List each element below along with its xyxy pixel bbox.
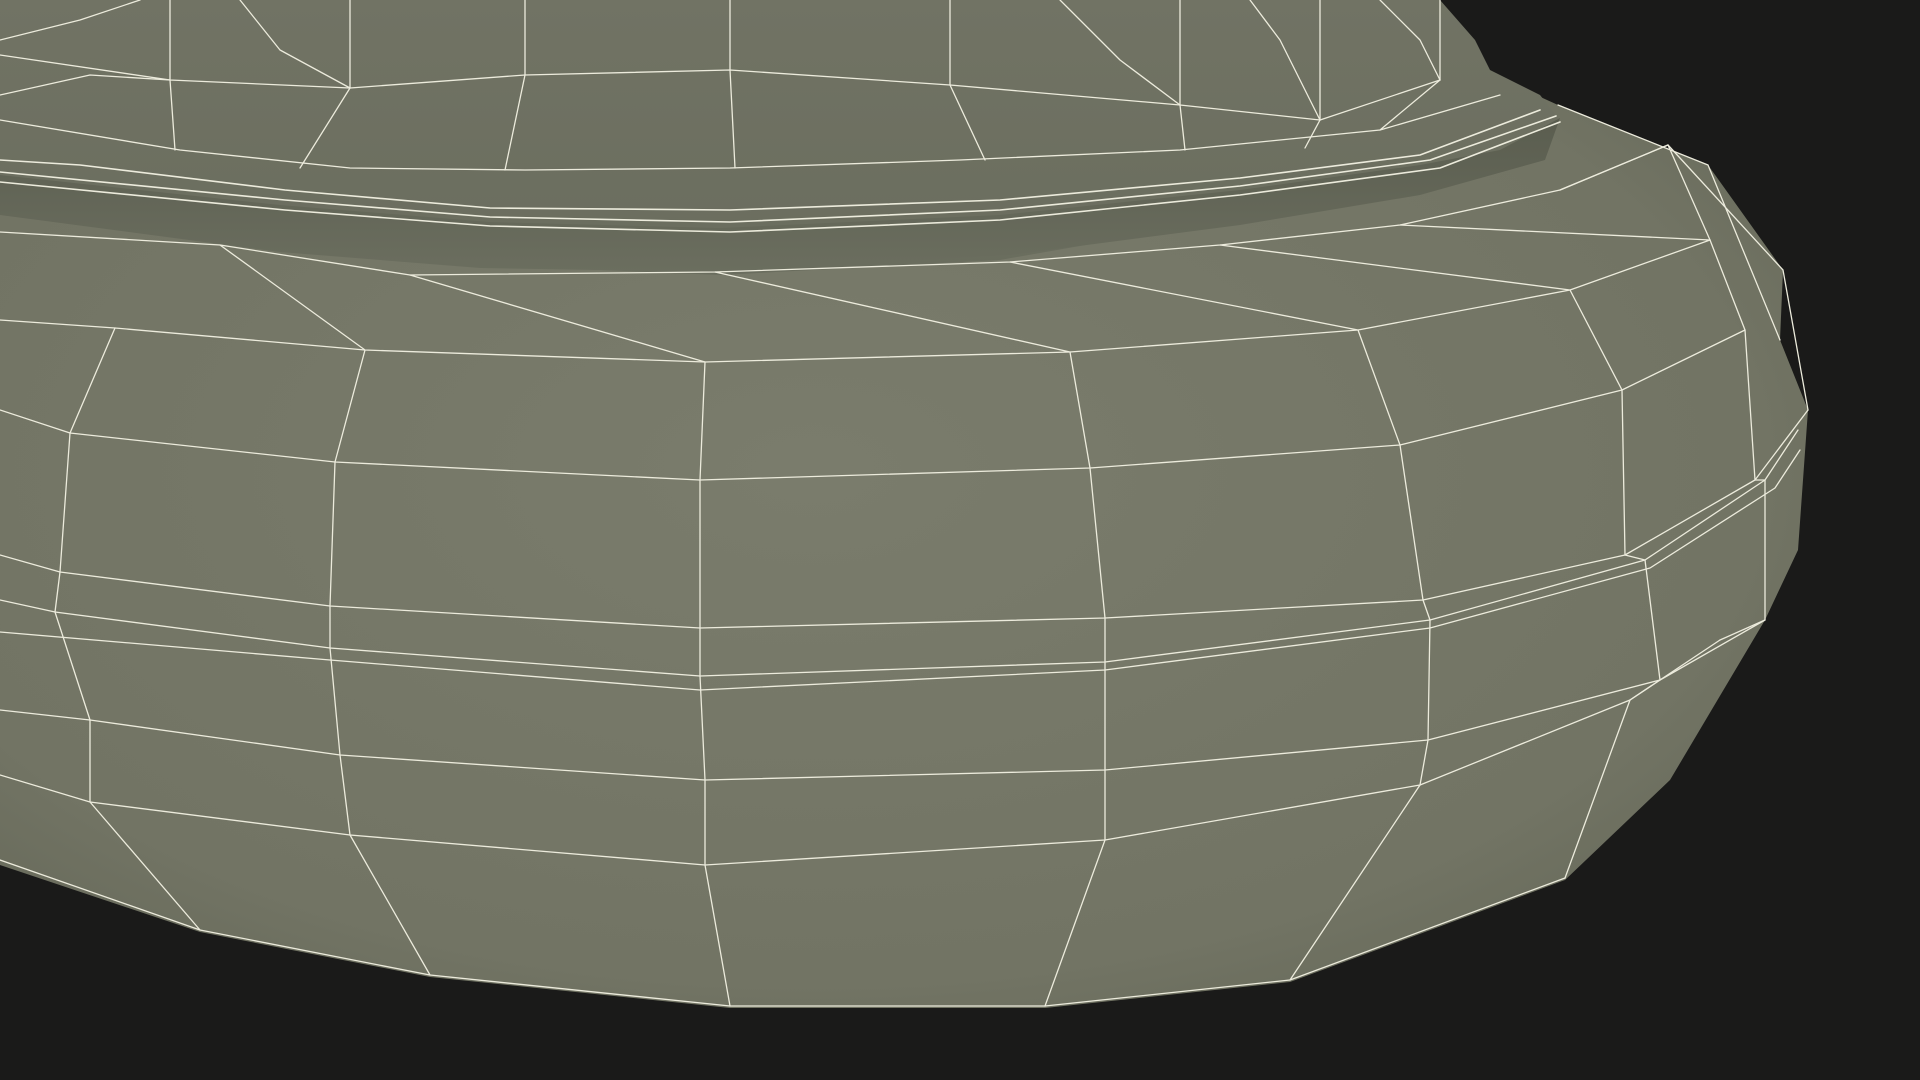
wireframe-render [0,0,1920,1080]
render-viewport [0,0,1920,1080]
